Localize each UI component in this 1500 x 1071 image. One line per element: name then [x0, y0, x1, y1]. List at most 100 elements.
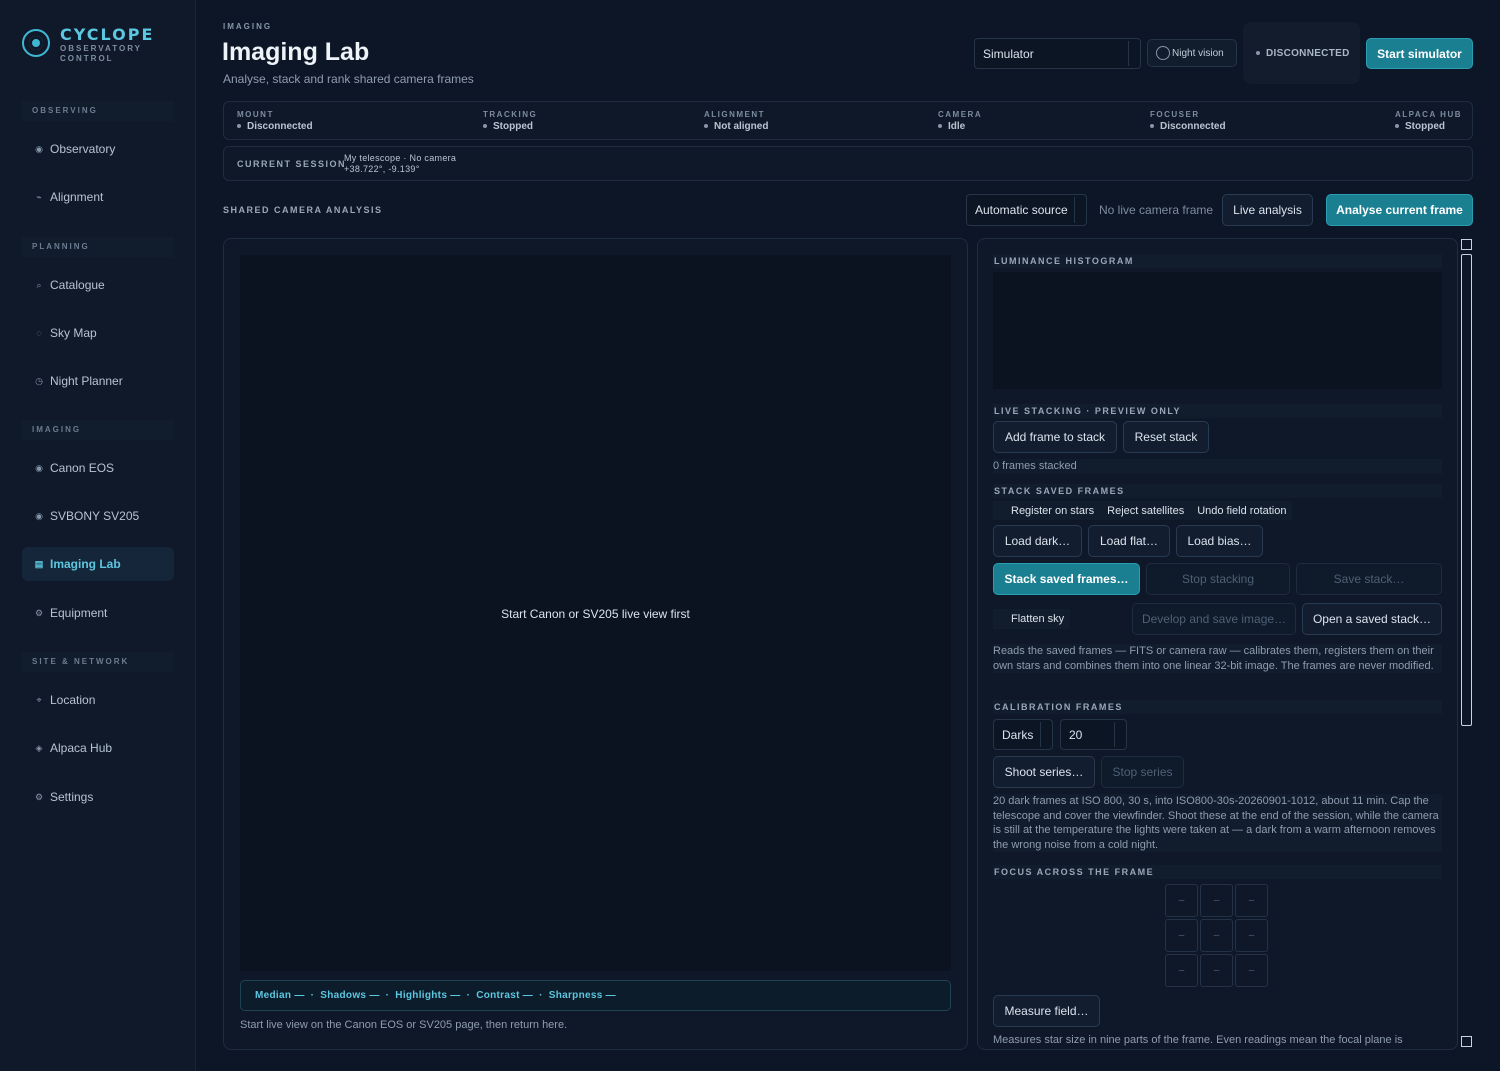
develop-and-save-button[interactable]: Develop and save image… [1132, 603, 1296, 635]
add-frame-to-stack-button[interactable]: Add frame to stack [993, 421, 1117, 453]
calibration-count-value: 20 [1069, 727, 1083, 742]
hub-icon: ◈ [35, 742, 43, 753]
sidebar-item-sky-map[interactable]: ◌ Sky Map [22, 316, 174, 350]
separator: · [466, 990, 471, 1001]
focus-cell: – [1235, 919, 1268, 952]
status-value: Not aligned [714, 121, 769, 132]
focus-cell: – [1235, 884, 1268, 917]
stat-median: Median — [255, 990, 305, 1001]
calibration-count-input[interactable]: 20 [1060, 719, 1127, 750]
calibration-description: 20 dark frames at ISO 800, 30 s, into IS… [993, 794, 1442, 852]
status-value: Disconnected [247, 121, 313, 132]
stop-series-button[interactable]: Stop series [1101, 756, 1184, 788]
sidebar-item-label: SVBONY SV205 [50, 509, 140, 523]
status-value: Idle [948, 121, 966, 132]
status-value-row: Disconnected [237, 120, 313, 134]
camera-icon: ◉ [35, 510, 43, 521]
status-dot-icon [704, 124, 708, 129]
stat-highlights: Highlights — [395, 990, 461, 1001]
current-session: CURRENT SESSION My telescope · No camera… [223, 146, 1473, 181]
scrollbar-thumb[interactable] [1461, 254, 1472, 726]
sidebar-item-label: Settings [50, 790, 94, 804]
status-dot-icon [938, 124, 942, 129]
viewer-hint: Start live view on the Canon EOS or SV20… [240, 1019, 568, 1031]
status-alpaca-hub: ALPACA HUB Stopped [1395, 110, 1462, 134]
scroll-up-arrow[interactable] [1461, 239, 1472, 250]
sidebar-item-alignment[interactable]: ⌁ Alignment [22, 180, 174, 214]
status-key: CAMERA [938, 110, 983, 119]
sidebar-item-night-planner[interactable]: ◷ Night Planner [22, 364, 174, 398]
status-dot-icon [1395, 124, 1399, 129]
toggle-circle-icon [1156, 46, 1170, 60]
sidebar-item-settings[interactable]: ⚙ Settings [22, 780, 174, 814]
page-subtitle: Analyse, stack and rank shared camera fr… [223, 72, 474, 86]
scroll-down-arrow[interactable] [1461, 1036, 1472, 1047]
status-value-row: Idle [938, 120, 982, 134]
night-vision-label: Night vision [1172, 47, 1224, 59]
sky-map-icon: ◌ [36, 328, 42, 338]
start-simulator-button[interactable]: Start simulator [1366, 38, 1473, 69]
separator: · [310, 990, 315, 1001]
shared-camera-analysis-title: SHARED CAMERA ANALYSIS [223, 205, 383, 215]
stop-stacking-button[interactable]: Stop stacking [1146, 563, 1290, 595]
reject-satellites-option[interactable]: Reject satellites [1100, 501, 1191, 520]
sidebar-item-equipment[interactable]: ⚙ Equipment [22, 596, 174, 630]
status-mount: MOUNT Disconnected [237, 110, 313, 134]
sidebar-item-canon-eos[interactable]: ◉ Canon EOS [22, 451, 174, 485]
frame-viewer[interactable]: Start Canon or SV205 live view first [240, 255, 951, 971]
stat-shadows: Shadows — [320, 990, 380, 1001]
sidebar-item-location[interactable]: ⌖ Location [22, 683, 174, 717]
status-value-row: Disconnected [1150, 120, 1226, 134]
sidebar-item-label: Location [50, 693, 96, 707]
status-camera: CAMERA Idle [938, 110, 982, 134]
register-on-stars-option[interactable]: Register on stars [993, 501, 1101, 520]
measure-field-button[interactable]: Measure field… [993, 995, 1100, 1027]
session-line-2: +38.722°, -9.139° [344, 164, 420, 174]
imaging-lab-icon: ▤ [34, 558, 44, 569]
sidebar-item-observatory[interactable]: ◉ Observatory [22, 132, 174, 166]
status-value: Stopped [1405, 121, 1445, 132]
open-saved-stack-button[interactable]: Open a saved stack… [1302, 603, 1442, 635]
shoot-series-button[interactable]: Shoot series… [993, 756, 1095, 788]
sidebar-item-catalogue[interactable]: ⌕ Catalogue [22, 268, 174, 302]
live-analysis-button[interactable]: Live analysis [1222, 194, 1313, 226]
chevron-down-icon [1128, 41, 1140, 66]
stack-saved-frames-button[interactable]: Stack saved frames… [993, 563, 1140, 595]
flatten-sky-option[interactable]: Flatten sky [993, 609, 1071, 629]
save-stack-button[interactable]: Save stack… [1296, 563, 1442, 595]
sidebar-item-svbony-sv205[interactable]: ◉ SVBONY SV205 [22, 499, 174, 533]
sidebar-item-imaging-lab[interactable]: ▤ Imaging Lab [22, 547, 174, 581]
sidebar-item-label: Canon EOS [50, 461, 115, 475]
load-dark-button[interactable]: Load dark… [993, 525, 1082, 557]
focus-across-frame-title: FOCUS ACROSS THE FRAME [993, 865, 1442, 879]
separator: · [385, 990, 390, 1001]
source-select[interactable]: Simulator [974, 38, 1141, 69]
load-flat-button[interactable]: Load flat… [1088, 525, 1170, 557]
status-value-row: Stopped [1395, 120, 1462, 134]
focus-cell: – [1165, 919, 1198, 952]
reset-stack-button[interactable]: Reset stack [1123, 421, 1209, 453]
night-vision-toggle[interactable]: Night vision [1147, 39, 1237, 67]
nav-section-imaging: IMAGING [22, 420, 174, 440]
observatory-icon: ◉ [35, 143, 43, 154]
calibration-type-select[interactable]: Darks [993, 719, 1053, 750]
analyse-current-frame-button[interactable]: Analyse current frame [1326, 194, 1473, 226]
nav-section-observing: OBSERVING [22, 101, 174, 121]
sidebar-item-label: Imaging Lab [50, 557, 121, 571]
analysis-source-select[interactable]: Automatic source [966, 194, 1087, 226]
sidebar-item-alpaca-hub[interactable]: ◈ Alpaca Hub [22, 731, 174, 765]
calibration-frames-title: CALIBRATION FRAMES [993, 700, 1442, 714]
chevron-down-icon [1040, 722, 1052, 747]
viewer-message: Start Canon or SV205 live view first [501, 607, 690, 621]
session-label: CURRENT SESSION [237, 159, 347, 169]
gear-icon: ⚙ [34, 791, 44, 802]
nav-section-site-network: SITE & NETWORK [22, 652, 174, 672]
load-bias-button[interactable]: Load bias… [1176, 525, 1263, 557]
focus-cell: – [1165, 954, 1198, 987]
gear-icon: ⚙ [34, 607, 44, 618]
status-key: MOUNT [237, 110, 274, 119]
frames-stacked-count: 0 frames stacked [993, 459, 1442, 474]
cyclope-logo-icon [22, 29, 50, 57]
undo-field-rotation-option[interactable]: Undo field rotation [1190, 501, 1293, 520]
status-tracking: TRACKING Stopped [483, 110, 537, 134]
